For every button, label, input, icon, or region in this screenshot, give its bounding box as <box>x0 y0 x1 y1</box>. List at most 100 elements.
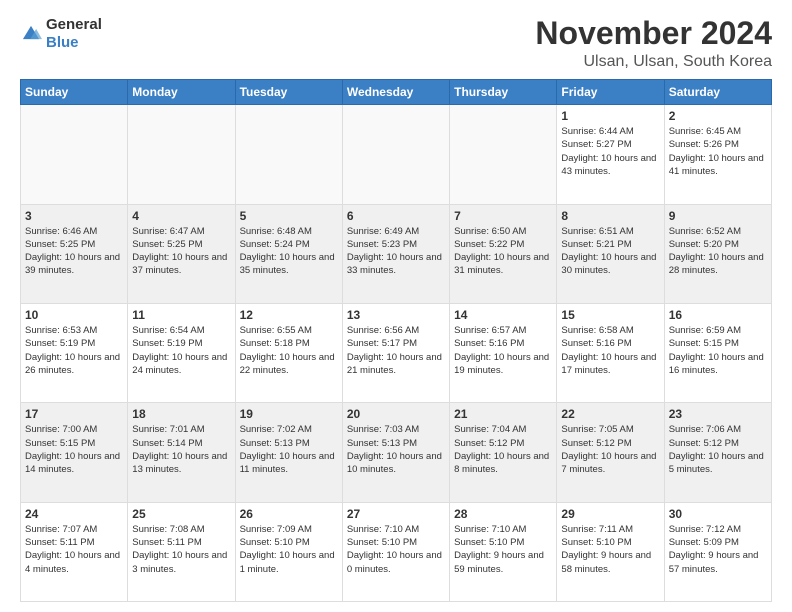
day-info: Sunrise: 7:12 AM Sunset: 5:09 PM Dayligh… <box>669 523 767 576</box>
day-info: Sunrise: 6:48 AM Sunset: 5:24 PM Dayligh… <box>240 225 338 278</box>
calendar-cell: 18Sunrise: 7:01 AM Sunset: 5:14 PM Dayli… <box>128 403 235 502</box>
day-info: Sunrise: 7:10 AM Sunset: 5:10 PM Dayligh… <box>454 523 552 576</box>
header-sunday: Sunday <box>21 80 128 105</box>
day-info: Sunrise: 7:10 AM Sunset: 5:10 PM Dayligh… <box>347 523 445 576</box>
day-number: 2 <box>669 109 767 123</box>
day-info: Sunrise: 7:03 AM Sunset: 5:13 PM Dayligh… <box>347 423 445 476</box>
day-info: Sunrise: 6:47 AM Sunset: 5:25 PM Dayligh… <box>132 225 230 278</box>
day-info: Sunrise: 6:50 AM Sunset: 5:22 PM Dayligh… <box>454 225 552 278</box>
calendar-cell <box>235 105 342 204</box>
calendar-cell: 15Sunrise: 6:58 AM Sunset: 5:16 PM Dayli… <box>557 303 664 402</box>
day-info: Sunrise: 6:56 AM Sunset: 5:17 PM Dayligh… <box>347 324 445 377</box>
logo-general: General <box>46 16 102 34</box>
calendar-cell: 19 Sunrise: 7:02 AM Sunset: 5:13 PM Dayli… <box>235 403 342 502</box>
day-number: 6 <box>347 209 445 223</box>
day-number: 28 <box>454 507 552 521</box>
day-info: Sunrise: 7:08 AM Sunset: 5:11 PM Dayligh… <box>132 523 230 576</box>
day-info: Sunrise: 6:53 AM Sunset: 5:19 PM Dayligh… <box>25 324 123 377</box>
day-info: Sunrise: 6:59 AM Sunset: 5:15 PM Dayligh… <box>669 324 767 377</box>
calendar-table: Sunday Monday Tuesday Wednesday Thursday… <box>20 79 772 602</box>
calendar-cell: 26 Sunrise: 7:09 AM Sunset: 5:10 PM Dayli… <box>235 502 342 601</box>
calendar-cell: 30 Sunrise: 7:12 AM Sunset: 5:09 PM Dayli… <box>664 502 771 601</box>
calendar-cell: 2 Sunrise: 6:45 AM Sunset: 5:26 PM Daylig… <box>664 105 771 204</box>
day-number: 24 <box>25 507 123 521</box>
header-saturday: Saturday <box>664 80 771 105</box>
header: General Blue November 2024 Ulsan, Ulsan,… <box>20 16 772 71</box>
day-info: Sunrise: 6:52 AM Sunset: 5:20 PM Dayligh… <box>669 225 767 278</box>
calendar-cell: 25 Sunrise: 7:08 AM Sunset: 5:11 PM Dayli… <box>128 502 235 601</box>
day-info: Sunrise: 7:07 AM Sunset: 5:11 PM Dayligh… <box>25 523 123 576</box>
header-monday: Monday <box>128 80 235 105</box>
calendar-cell: 28 Sunrise: 7:10 AM Sunset: 5:10 PM Dayli… <box>450 502 557 601</box>
day-info: Sunrise: 6:57 AM Sunset: 5:16 PM Dayligh… <box>454 324 552 377</box>
day-info: Sunrise: 6:49 AM Sunset: 5:23 PM Dayligh… <box>347 225 445 278</box>
day-number: 11 <box>132 308 230 322</box>
day-number: 10 <box>25 308 123 322</box>
day-number: 25 <box>132 507 230 521</box>
day-number: 30 <box>669 507 767 521</box>
calendar-week-3: 10 Sunrise: 6:53 AM Sunset: 5:19 PM Dayli… <box>21 303 772 402</box>
logo-blue: Blue <box>46 34 102 52</box>
day-info: Sunrise: 6:55 AM Sunset: 5:18 PM Dayligh… <box>240 324 338 377</box>
day-number: 3 <box>25 209 123 223</box>
day-number: 27 <box>347 507 445 521</box>
day-info: Sunrise: 7:06 AM Sunset: 5:12 PM Dayligh… <box>669 423 767 476</box>
day-info: Sunrise: 6:45 AM Sunset: 5:26 PM Dayligh… <box>669 125 767 178</box>
logo-icon <box>20 23 42 45</box>
day-number: 9 <box>669 209 767 223</box>
calendar-cell: 10 Sunrise: 6:53 AM Sunset: 5:19 PM Dayli… <box>21 303 128 402</box>
day-number: 23 <box>669 407 767 421</box>
header-tuesday: Tuesday <box>235 80 342 105</box>
calendar-cell: 9 Sunrise: 6:52 AM Sunset: 5:20 PM Daylig… <box>664 204 771 303</box>
calendar-cell: 14Sunrise: 6:57 AM Sunset: 5:16 PM Dayli… <box>450 303 557 402</box>
calendar-cell <box>450 105 557 204</box>
day-info: Sunrise: 7:09 AM Sunset: 5:10 PM Dayligh… <box>240 523 338 576</box>
calendar-cell: 12Sunrise: 6:55 AM Sunset: 5:18 PM Dayli… <box>235 303 342 402</box>
calendar-cell: 8Sunrise: 6:51 AM Sunset: 5:21 PM Daylig… <box>557 204 664 303</box>
day-info: Sunrise: 7:02 AM Sunset: 5:13 PM Dayligh… <box>240 423 338 476</box>
header-friday: Friday <box>557 80 664 105</box>
day-number: 16 <box>669 308 767 322</box>
logo: General Blue <box>20 16 102 52</box>
calendar-cell: 20 Sunrise: 7:03 AM Sunset: 5:13 PM Dayli… <box>342 403 449 502</box>
day-info: Sunrise: 6:58 AM Sunset: 5:16 PM Dayligh… <box>561 324 659 377</box>
calendar-cell: 11 Sunrise: 6:54 AM Sunset: 5:19 PM Dayli… <box>128 303 235 402</box>
calendar-cell: 1Sunrise: 6:44 AM Sunset: 5:27 PM Daylig… <box>557 105 664 204</box>
calendar-week-2: 3 Sunrise: 6:46 AM Sunset: 5:25 PM Daylig… <box>21 204 772 303</box>
day-number: 21 <box>454 407 552 421</box>
day-number: 19 <box>240 407 338 421</box>
day-number: 22 <box>561 407 659 421</box>
calendar-cell: 23 Sunrise: 7:06 AM Sunset: 5:12 PM Dayli… <box>664 403 771 502</box>
day-number: 7 <box>454 209 552 223</box>
day-info: Sunrise: 7:05 AM Sunset: 5:12 PM Dayligh… <box>561 423 659 476</box>
calendar-cell: 6 Sunrise: 6:49 AM Sunset: 5:23 PM Daylig… <box>342 204 449 303</box>
calendar-cell: 4 Sunrise: 6:47 AM Sunset: 5:25 PM Daylig… <box>128 204 235 303</box>
day-number: 26 <box>240 507 338 521</box>
day-number: 20 <box>347 407 445 421</box>
day-info: Sunrise: 6:46 AM Sunset: 5:25 PM Dayligh… <box>25 225 123 278</box>
calendar-cell: 24 Sunrise: 7:07 AM Sunset: 5:11 PM Dayli… <box>21 502 128 601</box>
header-thursday: Thursday <box>450 80 557 105</box>
calendar-cell <box>342 105 449 204</box>
calendar-cell: 7 Sunrise: 6:50 AM Sunset: 5:22 PM Daylig… <box>450 204 557 303</box>
calendar-cell: 22 Sunrise: 7:05 AM Sunset: 5:12 PM Dayli… <box>557 403 664 502</box>
day-info: Sunrise: 7:01 AM Sunset: 5:14 PM Dayligh… <box>132 423 230 476</box>
main-title: November 2024 <box>535 16 772 51</box>
day-info: Sunrise: 7:00 AM Sunset: 5:15 PM Dayligh… <box>25 423 123 476</box>
sub-title: Ulsan, Ulsan, South Korea <box>535 53 772 71</box>
calendar-cell: 21Sunrise: 7:04 AM Sunset: 5:12 PM Dayli… <box>450 403 557 502</box>
header-wednesday: Wednesday <box>342 80 449 105</box>
calendar-week-1: 1Sunrise: 6:44 AM Sunset: 5:27 PM Daylig… <box>21 105 772 204</box>
day-info: Sunrise: 6:54 AM Sunset: 5:19 PM Dayligh… <box>132 324 230 377</box>
day-number: 29 <box>561 507 659 521</box>
calendar-cell: 17 Sunrise: 7:00 AM Sunset: 5:15 PM Dayli… <box>21 403 128 502</box>
day-number: 17 <box>25 407 123 421</box>
calendar-week-5: 24 Sunrise: 7:07 AM Sunset: 5:11 PM Dayli… <box>21 502 772 601</box>
day-number: 13 <box>347 308 445 322</box>
day-number: 1 <box>561 109 659 123</box>
day-info: Sunrise: 6:51 AM Sunset: 5:21 PM Dayligh… <box>561 225 659 278</box>
calendar-cell: 27 Sunrise: 7:10 AM Sunset: 5:10 PM Dayli… <box>342 502 449 601</box>
calendar-week-4: 17 Sunrise: 7:00 AM Sunset: 5:15 PM Dayli… <box>21 403 772 502</box>
calendar-cell <box>21 105 128 204</box>
day-number: 4 <box>132 209 230 223</box>
